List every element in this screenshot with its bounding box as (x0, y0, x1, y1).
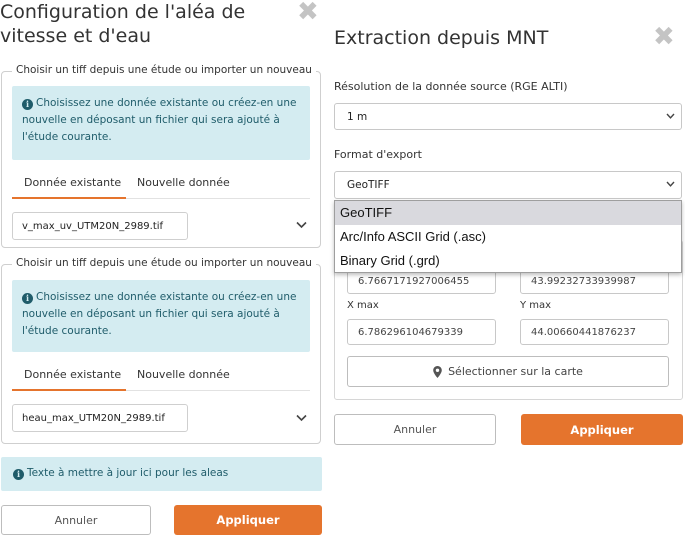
map-marker-icon (433, 365, 442, 378)
group-1-legend: Choisir un tiff depuis une étude ou impo… (12, 64, 316, 76)
active-tab-indicator-2 (12, 389, 126, 391)
format-select[interactable]: GeoTIFF (334, 171, 682, 199)
active-tab-indicator-1 (12, 197, 126, 199)
xmax-input[interactable]: 6.786296104679339 (347, 319, 496, 345)
ymin-value: 43.99232733939987 (531, 275, 636, 287)
format-option-geotiff[interactable]: GeoTIFF (335, 201, 681, 225)
group-2-legend: Choisir un tiff depuis une étude ou impo… (12, 257, 316, 269)
chevron-down-icon[interactable] (296, 412, 307, 425)
tab-existing-data-2[interactable]: Donnée existante (24, 368, 121, 381)
resolution-value: 1 m (347, 110, 368, 123)
format-dropdown-list: GeoTIFF Arc/Info ASCII Grid (.asc) Binar… (334, 200, 682, 273)
cancel-button[interactable]: Annuler (1, 505, 151, 535)
note-text: Texte à mettre à jour ici pour les aleas (27, 467, 229, 479)
tab-new-data-1[interactable]: Nouvelle donnée (137, 176, 230, 189)
chevron-down-icon (666, 112, 675, 122)
format-option-grd[interactable]: Binary Grid (.grd) (335, 249, 681, 273)
file-select-2[interactable]: heau_max_UTM20N_2989.tif (12, 404, 188, 432)
tab-existing-data-1[interactable]: Donnée existante (24, 176, 121, 189)
close-icon[interactable]: ✖ (653, 22, 675, 52)
file-select-1[interactable]: v_max_uv_UTM20N_2989.tif (12, 212, 188, 240)
file-select-1-value: v_max_uv_UTM20N_2989.tif (22, 220, 164, 232)
info-icon: i (13, 469, 24, 480)
right-panel-title: Extraction depuis MNT (334, 27, 549, 49)
ymax-value: 44.00660441876237 (531, 326, 636, 338)
close-icon[interactable]: ✖ (297, 0, 319, 27)
xmax-label: X max (347, 300, 379, 311)
select-on-map-label: Sélectionner sur la carte (448, 365, 583, 378)
apply-button[interactable]: Appliquer (521, 414, 683, 445)
note-box: i Texte à mettre à jour ici pour les alea… (1, 457, 322, 491)
ymax-label: Y max (520, 300, 552, 311)
format-option-asc[interactable]: Arc/Info ASCII Grid (.asc) (335, 225, 681, 249)
apply-button[interactable]: Appliquer (174, 505, 322, 535)
left-panel-title: Configuration de l'aléa de vitesse et d'… (0, 1, 246, 47)
info-icon: i (22, 99, 33, 110)
ymax-input[interactable]: 44.00660441876237 (520, 319, 669, 345)
resolution-label: Résolution de la donnée source (RGE ALTI… (334, 80, 568, 93)
info-text-2: Choisissez une donnée existante ou créez… (22, 291, 297, 337)
xmin-value: 6.7667171927006455 (358, 275, 470, 287)
file-select-2-value: heau_max_UTM20N_2989.tif (22, 412, 165, 424)
chevron-down-icon[interactable] (296, 219, 307, 232)
format-value: GeoTIFF (347, 179, 390, 191)
tab-new-data-2[interactable]: Nouvelle donnée (137, 368, 230, 381)
info-text-1: Choisissez une donnée existante ou créez… (22, 97, 297, 143)
xmax-value: 6.786296104679339 (358, 326, 463, 338)
select-on-map-button[interactable]: Sélectionner sur la carte (347, 356, 669, 387)
info-box-2: i Choisissez une donnée existante ou crée… (12, 280, 310, 352)
resolution-select[interactable]: 1 m (334, 103, 682, 130)
info-icon: i (22, 293, 33, 304)
chevron-down-icon (666, 180, 675, 190)
format-label: Format d'export (334, 148, 422, 161)
info-box-1: i Choisissez une donnée existante ou crée… (12, 86, 310, 160)
cancel-button[interactable]: Annuler (334, 414, 496, 445)
